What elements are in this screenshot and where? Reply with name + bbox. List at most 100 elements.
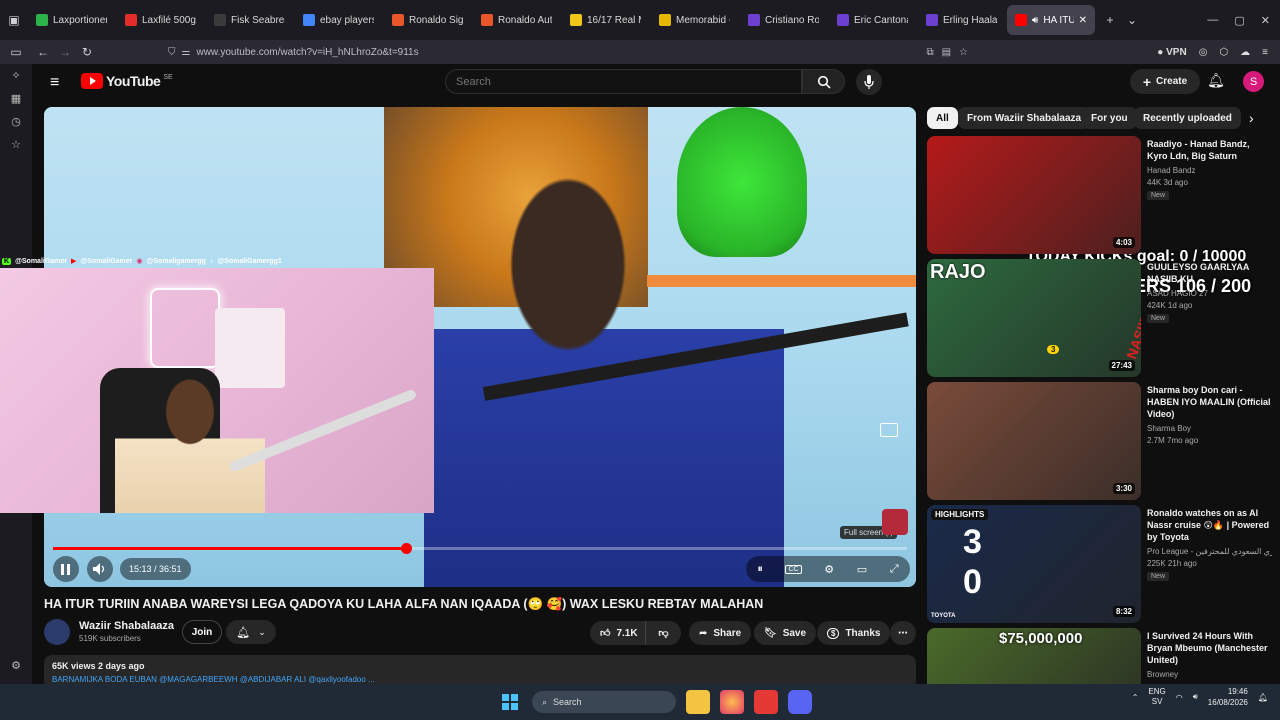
- autoplay-toggle-icon[interactable]: ⏸︎: [757, 563, 763, 576]
- taskbar-search-box[interactable]: ⌕ Search: [532, 691, 676, 713]
- related-video-thumbnail[interactable]: $75,000,000: [927, 628, 1141, 684]
- sidebar-settings-icon[interactable]: ⚙: [0, 654, 32, 677]
- extensions-icon[interactable]: ⬡: [1219, 47, 1228, 58]
- youtube-logo[interactable]: YouTube SE: [81, 73, 173, 89]
- maximize-icon[interactable]: ▢: [1234, 14, 1244, 27]
- related-video-thumbnail[interactable]: HIGHLIGHTS 3 0 TOYOTA 8:32: [927, 505, 1141, 623]
- subscribed-button[interactable]: 🔔︎ ⌄: [226, 620, 276, 644]
- reader-view-icon[interactable]: ▤: [942, 47, 951, 58]
- filter-chip[interactable]: Recently uploaded: [1134, 107, 1241, 129]
- dislike-button[interactable]: 👎︎: [645, 621, 681, 645]
- theater-mode-icon[interactable]: ▭: [857, 563, 867, 576]
- like-button[interactable]: 👍︎ 7.1K: [590, 621, 645, 645]
- synced-tabs-icon[interactable]: ▦: [0, 87, 32, 110]
- browser-tab[interactable]: Ronaldo Autogra: [473, 5, 560, 35]
- filter-chip[interactable]: For you: [1082, 107, 1137, 129]
- browser-tab[interactable]: Memorabid - Bid: [651, 5, 738, 35]
- browser-tab[interactable]: ebay players shirt: [295, 5, 382, 35]
- voice-search-button[interactable]: [856, 69, 882, 95]
- join-button[interactable]: Join: [182, 620, 222, 644]
- sidebar-toggle-icon[interactable]: ▭: [0, 41, 32, 63]
- save-button[interactable]: 🔖︎ Save: [754, 621, 817, 645]
- browser-tab[interactable]: Erling Haaland H: [918, 5, 1005, 35]
- channel-watermark[interactable]: [882, 509, 908, 535]
- file-explorer-icon[interactable]: [686, 690, 710, 714]
- new-tab-icon[interactable]: +: [1099, 9, 1121, 31]
- tracking-icon[interactable]: ⚌: [182, 47, 191, 58]
- language-indicator[interactable]: ENG SV: [1148, 687, 1165, 707]
- guide-menu-icon[interactable]: ≡: [50, 74, 59, 92]
- related-video-thumbnail[interactable]: RAJO NASIIB 3 27:43: [927, 259, 1141, 377]
- search-button[interactable]: [802, 69, 845, 94]
- volume-button[interactable]: [87, 556, 113, 582]
- browser-tab[interactable]: Fisk Seabream 200/3: [206, 5, 293, 35]
- tab-audio-icon[interactable]: 🔊︎: [1032, 15, 1038, 26]
- avatar[interactable]: S: [1243, 71, 1264, 92]
- wifi-icon[interactable]: ◠: [1176, 693, 1183, 702]
- related-video-title[interactable]: GUULEYSO GAARLYAA NASIIB KU: [1147, 261, 1272, 285]
- vpn-button[interactable]: ● VPN: [1157, 47, 1186, 58]
- address-bar[interactable]: ⛉ ⚌ www.youtube.com/watch?v=iH_hNLhroZo&…: [168, 42, 968, 62]
- reload-icon[interactable]: ↻: [76, 41, 98, 63]
- close-window-icon[interactable]: ✕: [1261, 14, 1270, 27]
- bookmark-star-icon[interactable]: ☆: [959, 47, 968, 58]
- chips-next-chevron-icon[interactable]: ›: [1249, 110, 1254, 126]
- related-video-channel[interactable]: ASAD HAGIO 27: [1147, 288, 1272, 300]
- tab-close-icon[interactable]: ✕: [1079, 15, 1087, 26]
- browser-tab[interactable]: Laxportioner Dra: [28, 5, 115, 35]
- speaker-icon[interactable]: 🔊︎: [1193, 692, 1198, 702]
- start-windows-icon[interactable]: [498, 690, 522, 714]
- forward-icon[interactable]: →: [54, 41, 76, 63]
- filter-chip[interactable]: All: [927, 107, 958, 129]
- clock[interactable]: 19:46 16/08/2026: [1208, 686, 1248, 708]
- tray-overflow-chevron-icon[interactable]: ⌃: [1132, 693, 1139, 702]
- back-icon[interactable]: ←: [32, 41, 54, 63]
- miniplayer-icon[interactable]: [880, 423, 898, 437]
- tab-list-chevron-icon[interactable]: ⌄: [1121, 9, 1143, 31]
- screenshot-icon[interactable]: ⧉: [926, 47, 933, 58]
- account-icon[interactable]: ◎: [1199, 47, 1208, 58]
- screen-recorder-icon[interactable]: [754, 690, 778, 714]
- settings-gear-icon[interactable]: ⚙: [824, 563, 834, 576]
- search-input[interactable]: [456, 75, 786, 88]
- history-icon[interactable]: ◷: [0, 110, 32, 133]
- related-video-title[interactable]: Ronaldo watches on as Al Nassr cruise 😲🔥…: [1147, 507, 1272, 543]
- related-video-thumbnail[interactable]: 3:30: [927, 382, 1141, 500]
- related-video-thumbnail[interactable]: 4:03: [927, 136, 1141, 254]
- browser-tab[interactable]: 16/17 Real Madr: [562, 5, 649, 35]
- description-box[interactable]: 65K views 2 days ago BARNAMIJKA BODA EUB…: [44, 655, 916, 684]
- notifications-bell-icon[interactable]: 🔔︎: [1207, 72, 1225, 89]
- channel-name[interactable]: Waziir Shabalaaza: [79, 620, 174, 632]
- filter-chip[interactable]: From Waziir Shabalaaza: [958, 107, 1091, 129]
- pause-button[interactable]: [53, 556, 79, 582]
- related-video-channel[interactable]: Hanad Bandz: [1147, 165, 1272, 177]
- shield-icon[interactable]: ⛉: [168, 47, 176, 58]
- ai-chat-icon[interactable]: ✧: [0, 64, 32, 87]
- related-video-title[interactable]: I Survived 24 Hours With Bryan Mbeumo (M…: [1147, 630, 1272, 666]
- browser-tab[interactable]: Ronaldo Signed J: [384, 5, 471, 35]
- search-box[interactable]: [445, 69, 802, 94]
- related-video-title[interactable]: Sharma boy Don cari - HABEN IYO MAALIN (…: [1147, 384, 1272, 420]
- notification-bell-icon[interactable]: 🔔︎: [1258, 693, 1268, 702]
- subtitles-icon[interactable]: CC: [785, 564, 802, 574]
- channel-avatar[interactable]: [44, 619, 70, 645]
- thanks-button[interactable]: $ Thanks: [817, 621, 891, 645]
- bookmarks-icon[interactable]: ☆: [0, 133, 32, 156]
- progress-bar-track[interactable]: [53, 543, 907, 554]
- menu-icon[interactable]: ≡: [1262, 47, 1268, 58]
- minimize-icon[interactable]: —: [1207, 14, 1218, 27]
- browser-tab[interactable]: Cristiano Ronaldo: [740, 5, 827, 35]
- browser-tab[interactable]: 🔊︎ HA ITUR T ✕: [1007, 5, 1095, 35]
- related-video-channel[interactable]: Browney: [1147, 669, 1272, 681]
- progress-scrubber-knob[interactable]: [400, 543, 412, 554]
- create-button[interactable]: + Create: [1130, 69, 1200, 94]
- addon-icon[interactable]: ☁: [1240, 47, 1250, 58]
- firefox-browser-icon[interactable]: [720, 690, 744, 714]
- share-button[interactable]: ➦ Share: [689, 621, 752, 645]
- browser-tab[interactable]: Laxfilé 500g Fell: [117, 5, 204, 35]
- related-video-channel[interactable]: Pro League - الدوري السعودي للمحترفين: [1147, 546, 1272, 558]
- tab-overview-icon[interactable]: ▣: [0, 9, 28, 31]
- fullscreen-icon[interactable]: ⤢: [890, 563, 899, 576]
- more-actions-button[interactable]: ⋯: [890, 621, 916, 645]
- related-video-channel[interactable]: Sharma Boy: [1147, 423, 1272, 435]
